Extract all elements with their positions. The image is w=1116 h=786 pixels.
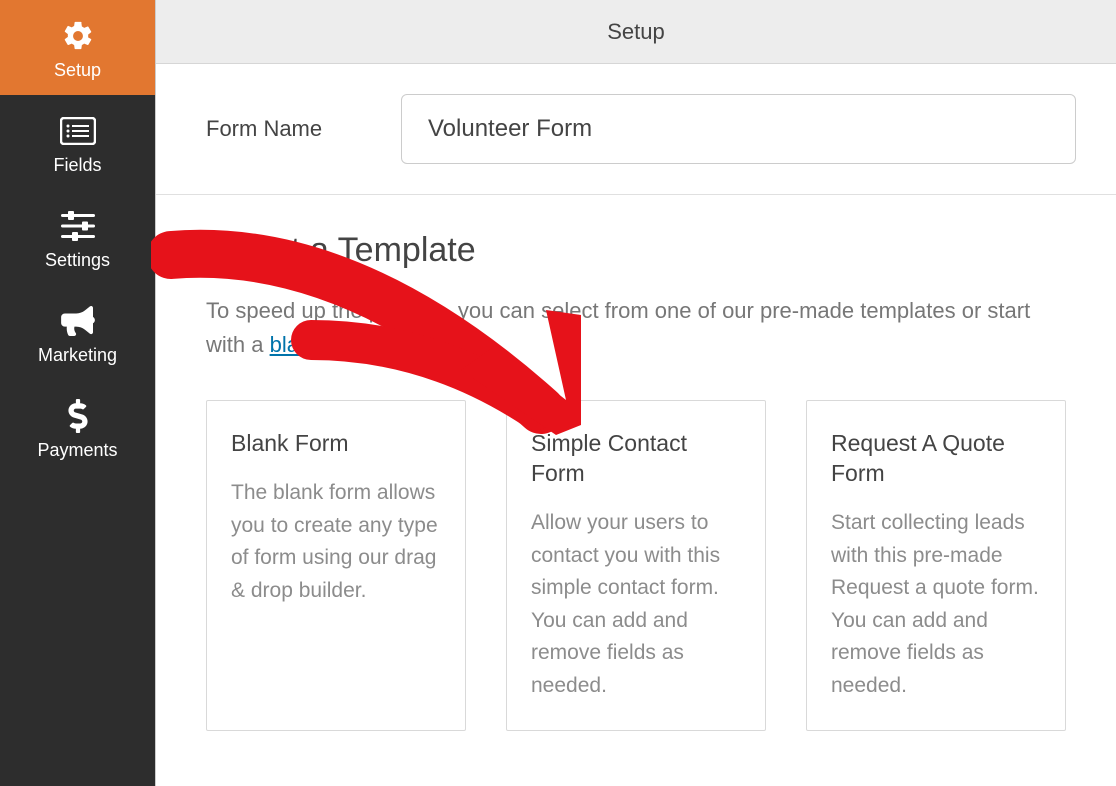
bullhorn-icon	[61, 303, 95, 339]
dollar-icon	[68, 398, 88, 434]
main-panel: Setup Form Name Select a Template To spe…	[155, 0, 1116, 786]
sidebar-item-label: Marketing	[38, 345, 117, 366]
template-title: Blank Form	[231, 429, 441, 459]
select-template-desc: To speed up the process, you can select …	[206, 294, 1066, 362]
sidebar-item-label: Payments	[37, 440, 117, 461]
sidebar-item-settings[interactable]: Settings	[0, 190, 155, 285]
form-name-label: Form Name	[206, 116, 401, 142]
template-card-blank[interactable]: Blank Form The blank form allows you to …	[206, 400, 466, 731]
sidebar-item-label: Fields	[53, 155, 101, 176]
sidebar-item-label: Setup	[54, 60, 101, 81]
template-desc: Start collecting leads with this pre-mad…	[831, 507, 1041, 702]
template-title: Simple Contact Form	[531, 429, 741, 489]
content: Select a Template To speed up the proces…	[156, 195, 1116, 731]
sidebar-item-fields[interactable]: Fields	[0, 95, 155, 190]
sliders-icon	[61, 208, 95, 244]
page-title: Setup	[607, 19, 665, 45]
sidebar-item-label: Settings	[45, 250, 110, 271]
template-desc: The blank form allows you to create any …	[231, 477, 441, 607]
blank-form-link[interactable]: blank form.	[270, 332, 379, 357]
gear-icon	[61, 18, 95, 54]
topbar: Setup	[156, 0, 1116, 64]
template-list: Blank Form The blank form allows you to …	[206, 400, 1066, 731]
template-desc: Allow your users to contact you with thi…	[531, 507, 741, 702]
form-name-row: Form Name	[156, 64, 1116, 195]
sidebar-item-marketing[interactable]: Marketing	[0, 285, 155, 380]
select-template-title: Select a Template	[206, 231, 1066, 270]
sidebar-item-setup[interactable]: Setup	[0, 0, 155, 95]
template-card-request-quote[interactable]: Request A Quote Form Start collecting le…	[806, 400, 1066, 731]
list-icon	[60, 113, 96, 149]
form-name-input[interactable]	[401, 94, 1076, 164]
template-title: Request A Quote Form	[831, 429, 1041, 489]
sidebar-item-payments[interactable]: Payments	[0, 380, 155, 475]
template-card-simple-contact[interactable]: Simple Contact Form Allow your users to …	[506, 400, 766, 731]
sidebar: Setup Fields	[0, 0, 155, 786]
